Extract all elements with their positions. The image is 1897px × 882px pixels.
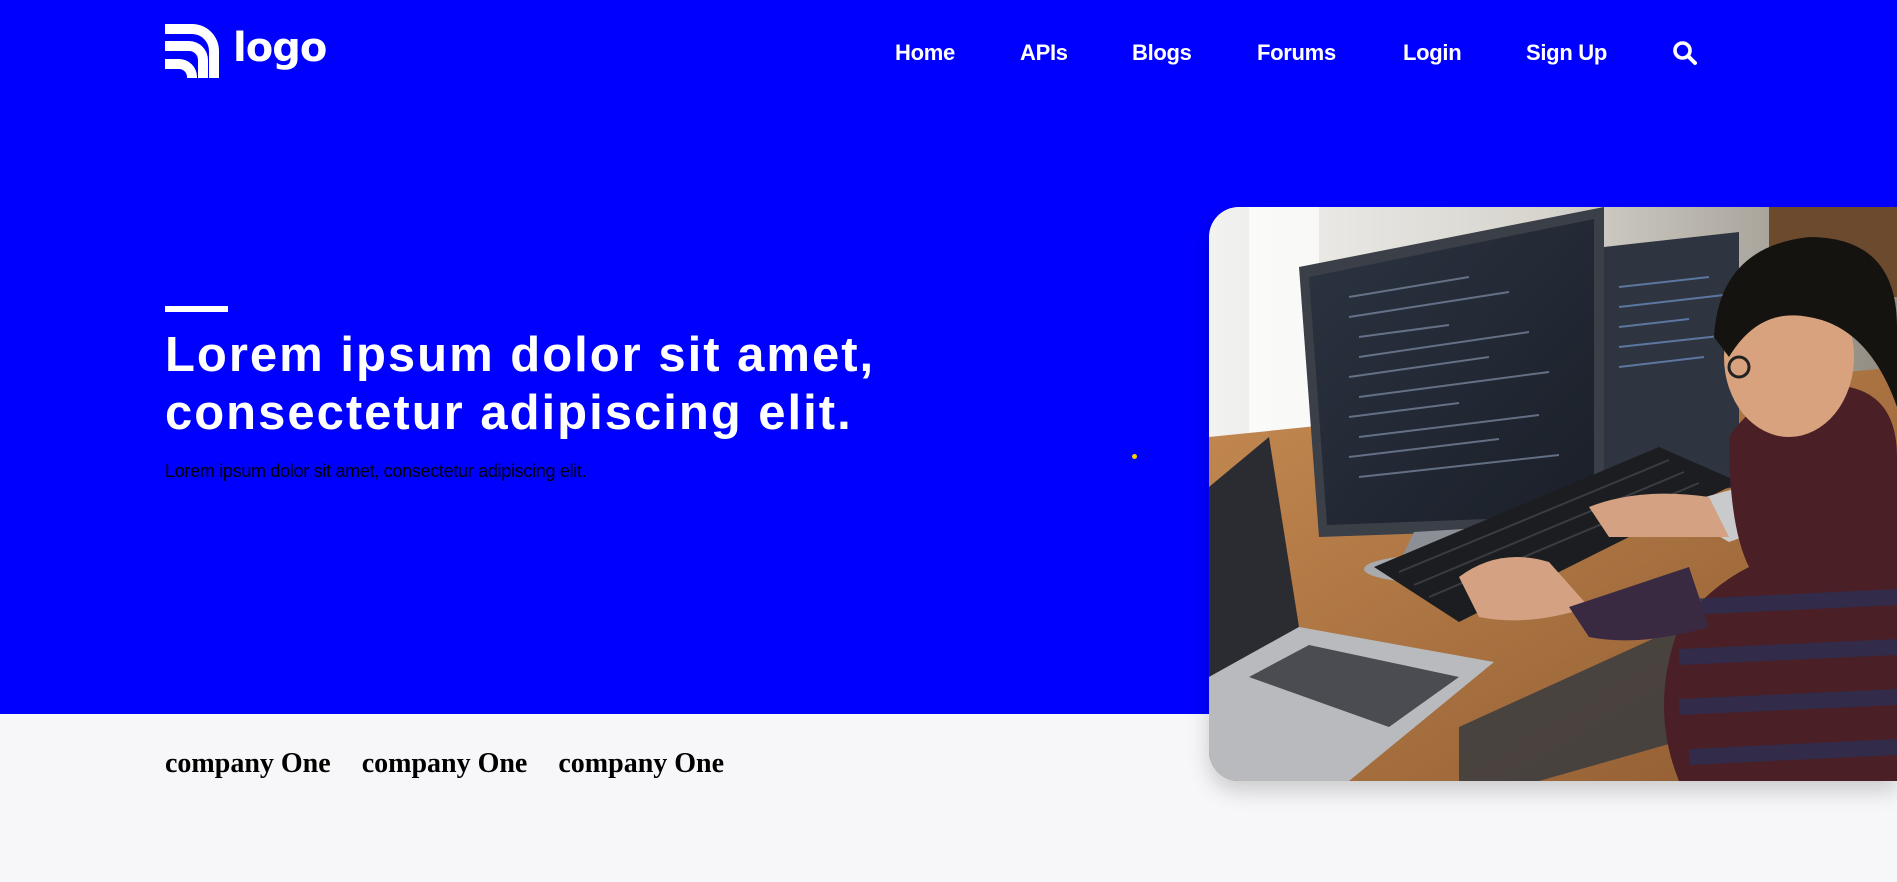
search-icon xyxy=(1673,41,1697,65)
hero-headline-line-2: consectetur adipiscing elit. xyxy=(165,386,853,440)
nav-blogs[interactable]: Blogs xyxy=(1132,36,1192,70)
company-name: company One xyxy=(165,748,331,779)
nav-login[interactable]: Login xyxy=(1403,36,1462,70)
nav-forums[interactable]: Forums xyxy=(1257,36,1336,70)
nav-apis[interactable]: APIs xyxy=(1020,36,1068,70)
hero-image xyxy=(1209,207,1897,781)
search-button[interactable] xyxy=(1672,40,1698,66)
nav-home[interactable]: Home xyxy=(895,36,955,70)
nav-sign-up[interactable]: Sign Up xyxy=(1526,36,1607,70)
company-name: company One xyxy=(558,748,725,779)
main-nav: Home APIs Blogs Forums Login Sign Up xyxy=(0,36,1897,70)
company-name: company One xyxy=(361,748,528,779)
hero-headline: Lorem ipsum dolor sit amet, consectetur … xyxy=(165,326,985,442)
hero-subtext: Lorem ipsum dolor sit amet, consectetur … xyxy=(165,461,587,481)
company-logos: company One company One company One xyxy=(165,746,755,782)
headline-accent-bar xyxy=(165,306,228,312)
hero-headline-line-1: Lorem ipsum dolor sit amet, xyxy=(165,328,876,382)
decorative-dot xyxy=(1132,454,1137,459)
developer-at-desk-illustration xyxy=(1209,207,1897,781)
